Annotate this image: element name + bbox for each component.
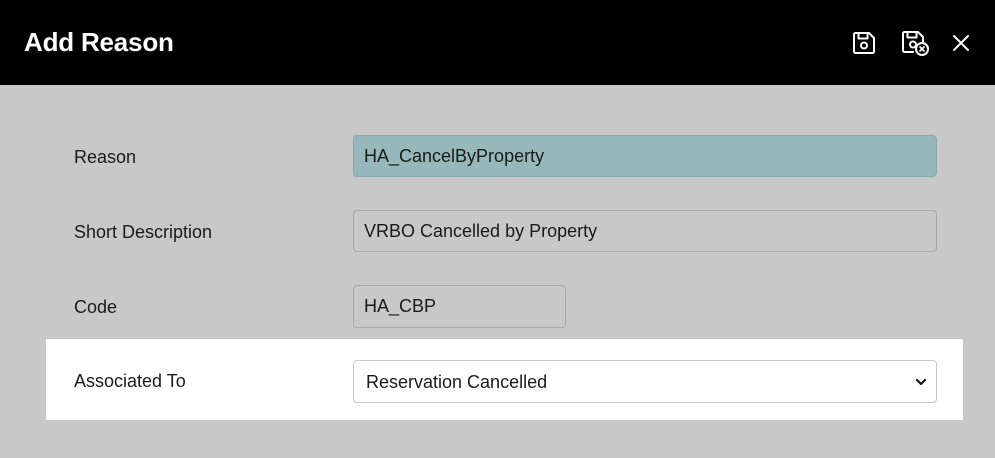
save-and-close-icon (902, 31, 929, 56)
associated-to-selected-value: Reservation Cancelled (366, 372, 548, 392)
chevron-down-icon (915, 378, 927, 386)
associated-to-label: Associated To (74, 371, 186, 391)
associated-to-select[interactable]: Reservation Cancelled (353, 360, 937, 403)
short-description-input[interactable] (353, 210, 937, 252)
save-button[interactable] (848, 28, 880, 58)
dialog-header: Add Reason (0, 0, 995, 85)
code-label: Code (74, 297, 118, 317)
code-input[interactable] (353, 285, 566, 328)
close-button[interactable] (945, 28, 977, 58)
dialog-title: Add Reason (24, 27, 174, 57)
associated-to-panel: Associated To Reservation Cancelled (46, 339, 963, 420)
reason-label: Reason (74, 147, 137, 167)
close-icon (953, 35, 969, 51)
short-description-label: Short Description (74, 222, 213, 242)
save-icon (853, 32, 875, 54)
save-and-close-button[interactable] (899, 28, 931, 58)
reason-input[interactable] (353, 135, 937, 177)
